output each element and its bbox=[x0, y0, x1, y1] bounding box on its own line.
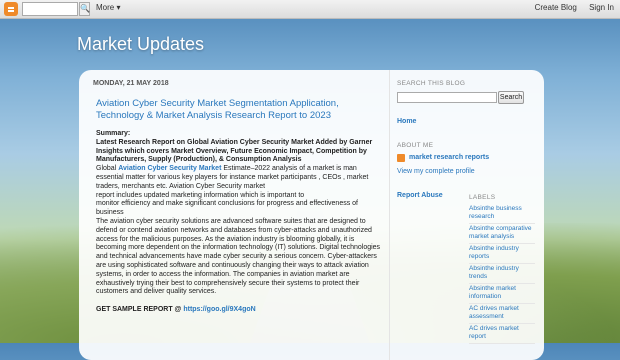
home-link[interactable]: Home bbox=[397, 118, 416, 125]
blogger-navbar: 🔍 More ▾ Create Blog Sign In bbox=[0, 0, 620, 19]
body-line-3: monitor efficiency and make significant … bbox=[96, 200, 358, 217]
blog-search-button[interactable]: Search bbox=[498, 91, 524, 104]
sign-in-link[interactable]: Sign In bbox=[589, 3, 614, 12]
navbar-search-input[interactable] bbox=[22, 2, 78, 16]
global-prefix: Global bbox=[96, 165, 119, 173]
summary-label: Summary: bbox=[96, 130, 131, 137]
market-link[interactable]: Aviation Cyber Security Market bbox=[118, 165, 221, 172]
label-link[interactable]: Absinthe industry trends bbox=[469, 264, 535, 284]
label-link[interactable]: Absinthe industry reports bbox=[469, 244, 535, 264]
summary-text: Latest Research Report on Global Aviatio… bbox=[96, 138, 373, 164]
sample-report-link[interactable]: https://goo.gl/9X4goN bbox=[183, 306, 255, 313]
label-link[interactable]: Absinthe business research bbox=[469, 204, 535, 224]
body-paragraph-2: The aviation cyber security solutions ar… bbox=[96, 217, 381, 296]
post-body: Summary: Latest Research Report on Globa… bbox=[96, 130, 381, 315]
label-link[interactable]: Absinthe comparative market analysis bbox=[469, 224, 535, 244]
main-column: MONDAY, 21 MAY 2018 Aviation Cyber Secur… bbox=[79, 70, 390, 360]
create-blog-link[interactable]: Create Blog bbox=[535, 3, 577, 12]
report-abuse-link[interactable]: Report Abuse bbox=[397, 192, 443, 199]
blogger-profile-icon bbox=[397, 154, 405, 162]
content-panel: MONDAY, 21 MAY 2018 Aviation Cyber Secur… bbox=[79, 70, 544, 360]
label-link[interactable]: AC drives market report bbox=[469, 324, 535, 344]
navbar-more-menu[interactable]: More ▾ bbox=[96, 3, 120, 12]
labels-heading: LABELS bbox=[469, 194, 496, 201]
label-link[interactable]: AC drives market assessment bbox=[469, 304, 535, 324]
body-line-2: report includes updated marketing inform… bbox=[96, 191, 305, 199]
about-heading: ABOUT ME bbox=[397, 142, 434, 149]
navbar-search-icon[interactable]: 🔍 bbox=[79, 2, 90, 16]
post-date: MONDAY, 21 MAY 2018 bbox=[93, 80, 169, 87]
profile-name-link[interactable]: market research reports bbox=[409, 154, 489, 161]
search-heading: SEARCH THIS BLOG bbox=[397, 80, 466, 87]
post-title-link[interactable]: Aviation Cyber Security Market Segmentat… bbox=[96, 98, 381, 122]
blog-title[interactable]: Market Updates bbox=[77, 34, 204, 55]
sample-report-label: GET SAMPLE REPORT @ bbox=[96, 306, 184, 314]
navbar-right-links: Create Blog Sign In bbox=[525, 3, 614, 12]
labels-list: Absinthe business research Absinthe comp… bbox=[469, 204, 535, 344]
blog-search-input[interactable] bbox=[397, 92, 497, 103]
blogger-logo-icon[interactable] bbox=[4, 2, 18, 16]
label-link[interactable]: Absinthe market information bbox=[469, 284, 535, 304]
view-profile-link[interactable]: View my complete profile bbox=[397, 168, 475, 175]
